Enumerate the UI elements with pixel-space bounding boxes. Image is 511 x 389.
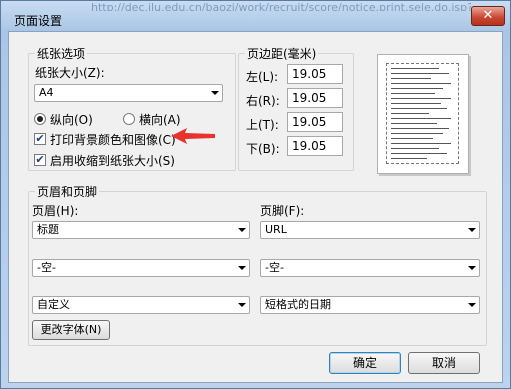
chevron-down-icon	[238, 303, 246, 307]
footer-select-2[interactable]: -空-	[260, 259, 480, 277]
header-label: 页眉(H):	[32, 204, 79, 218]
chevron-down-icon	[211, 91, 219, 95]
chevron-down-icon	[238, 228, 246, 232]
print-background-label[interactable]: 打印背景颜色和图像(C)	[50, 131, 176, 148]
cancel-button[interactable]: 取消	[408, 352, 480, 374]
chevron-down-icon	[468, 266, 476, 270]
print-background-checkbox[interactable]: ✔	[34, 133, 46, 145]
paper-options-legend: 纸张选项	[37, 47, 86, 61]
close-button[interactable]: ✕	[471, 6, 505, 26]
header-select-2[interactable]: -空-	[32, 259, 250, 277]
shrink-to-fit-label[interactable]: 启用收缩到纸张大小(S)	[50, 152, 175, 169]
margin-top-label: 上(T):	[246, 118, 279, 132]
footer-select-1-value: URL	[265, 223, 287, 236]
margin-top-input[interactable]: 19.05	[287, 112, 343, 132]
header-select-1[interactable]: 标题	[32, 221, 250, 239]
header-select-3-value: 自定义	[37, 298, 70, 311]
paper-size-label: 纸张大小(Z):	[35, 66, 105, 80]
title-bar[interactable]: 页面设置 ✕	[1, 1, 510, 31]
margin-bottom-input[interactable]: 19.05	[287, 136, 343, 156]
header-select-3[interactable]: 自定义	[32, 296, 250, 314]
portrait-radio[interactable]	[34, 113, 46, 125]
footer-select-1[interactable]: URL	[260, 221, 480, 239]
footer-select-3-value: 短格式的日期	[265, 298, 331, 311]
margin-left-input[interactable]: 19.05	[287, 64, 343, 84]
chevron-down-icon	[238, 266, 246, 270]
paper-size-value: A4	[39, 86, 54, 99]
dialog-window: http://dec.jlu.edu.cn/baozi/work/recruit…	[0, 0, 511, 389]
change-font-button[interactable]: 更改字体(N)	[32, 320, 110, 340]
footer-label: 页脚(F):	[260, 204, 305, 218]
paper-size-select[interactable]: A4	[34, 84, 223, 102]
shrink-to-fit-checkbox[interactable]: ✔	[34, 154, 46, 166]
dialog-title: 页面设置	[14, 14, 63, 28]
margins-legend: 页边距(毫米)	[247, 47, 317, 61]
header-footer-legend: 页眉和页脚	[37, 185, 98, 199]
close-icon: ✕	[482, 8, 494, 23]
footer-select-2-value: -空-	[265, 261, 284, 274]
header-select-1-value: 标题	[37, 223, 59, 236]
dialog-body: 纸张选项 纸张大小(Z): A4 纵向(O) 横向(A) ✔ 打印背景颜色和图像…	[8, 31, 503, 383]
header-select-2-value: -空-	[37, 261, 56, 274]
margin-right-label: 右(R):	[246, 94, 280, 108]
landscape-radio[interactable]	[123, 113, 135, 125]
portrait-label[interactable]: 纵向(O)	[50, 111, 93, 128]
margin-right-input[interactable]: 19.05	[287, 88, 343, 108]
margin-left-label: 左(L):	[246, 70, 279, 84]
chevron-down-icon	[468, 303, 476, 307]
chevron-down-icon	[468, 228, 476, 232]
page-preview	[377, 54, 469, 174]
page-preview-margin-box	[386, 63, 459, 164]
ok-button[interactable]: 确定	[329, 352, 401, 374]
margin-bottom-label: 下(B):	[246, 142, 280, 156]
annotation-arrow-icon	[171, 128, 215, 144]
footer-select-3[interactable]: 短格式的日期	[260, 296, 480, 314]
